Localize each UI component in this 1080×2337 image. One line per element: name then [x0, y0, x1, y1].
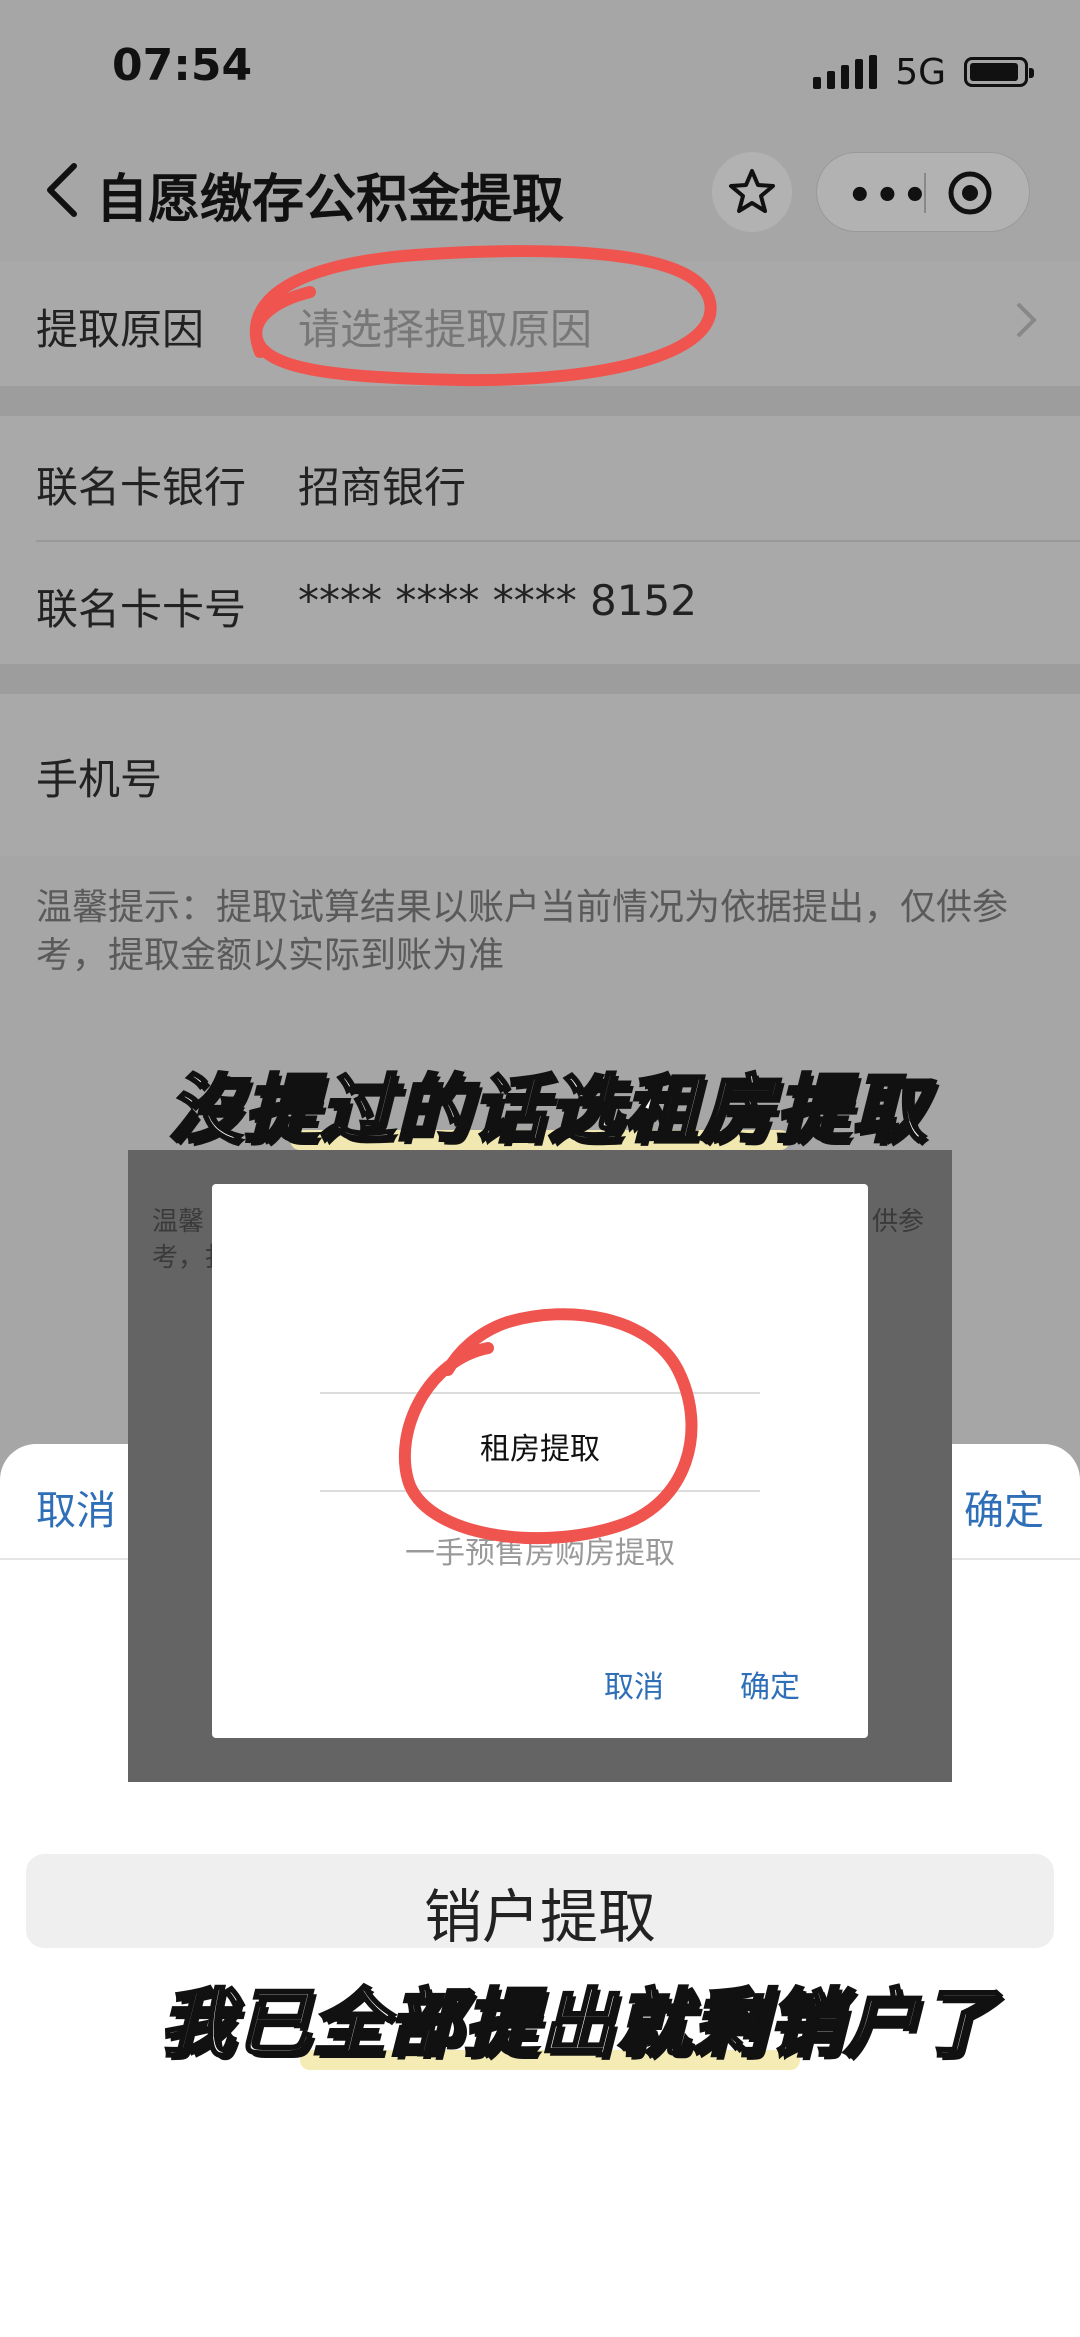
dialog-cancel-button[interactable]: 取消	[604, 1662, 664, 1706]
dialog-selected-option[interactable]: 租房提取	[212, 1424, 868, 1468]
mini-program-capsule: •••	[816, 152, 1030, 232]
status-indicators: 5G	[813, 48, 1034, 96]
status-time: 07:54	[112, 40, 253, 91]
network-type: 5G	[895, 51, 946, 93]
bank-label: 联名卡银行	[36, 463, 247, 512]
inset-tip-left-1: 温馨	[152, 1207, 205, 1237]
row-divider	[36, 540, 1080, 542]
sheet-cancel-button[interactable]: 取消	[36, 1478, 116, 1536]
star-icon	[729, 169, 775, 213]
favorite-button[interactable]	[712, 152, 792, 232]
picker-selected-option[interactable]: 销户提取	[0, 1870, 1080, 1954]
dialog-option[interactable]: 一手预售房购房提取	[212, 1528, 868, 1572]
section-separator	[0, 664, 1080, 694]
capsule-divider	[924, 173, 926, 213]
signal-icon	[813, 55, 878, 89]
warm-tip-text: 温馨提示：提取试算结果以账户当前情况为依据提出，仅供参考，提取金额以实际到账为准	[36, 887, 1009, 976]
reason-label: 提取原因	[36, 305, 205, 354]
inset-tip-right-1: 供参	[872, 1207, 925, 1237]
battery-icon	[964, 57, 1034, 87]
sheet-confirm-button[interactable]: 确定	[964, 1478, 1044, 1536]
card-number-label: 联名卡卡号	[36, 585, 247, 634]
dialog-selection-line	[320, 1490, 760, 1492]
back-arrow-icon[interactable]	[40, 160, 86, 220]
dialog-confirm-button[interactable]: 确定	[740, 1662, 800, 1706]
reason-select[interactable]: 请选择提取原因	[298, 296, 592, 357]
page-title: 自愿缴存公积金提取	[96, 170, 565, 230]
card-number-value: **** **** **** 8152	[298, 576, 697, 625]
dialog-selection-line	[320, 1392, 760, 1394]
record-target-icon[interactable]	[947, 170, 993, 216]
caption-bottom: 我已全部提出就剩销户了	[159, 1980, 996, 2069]
more-dots-icon[interactable]: •••	[847, 173, 930, 219]
phone-label: 手机号	[36, 755, 163, 804]
bank-value: 招商银行	[298, 463, 467, 512]
caption-top: 沒提过的话选租房提取	[167, 1066, 928, 1155]
chevron-right-icon	[1016, 302, 1037, 338]
section-separator	[0, 386, 1080, 416]
